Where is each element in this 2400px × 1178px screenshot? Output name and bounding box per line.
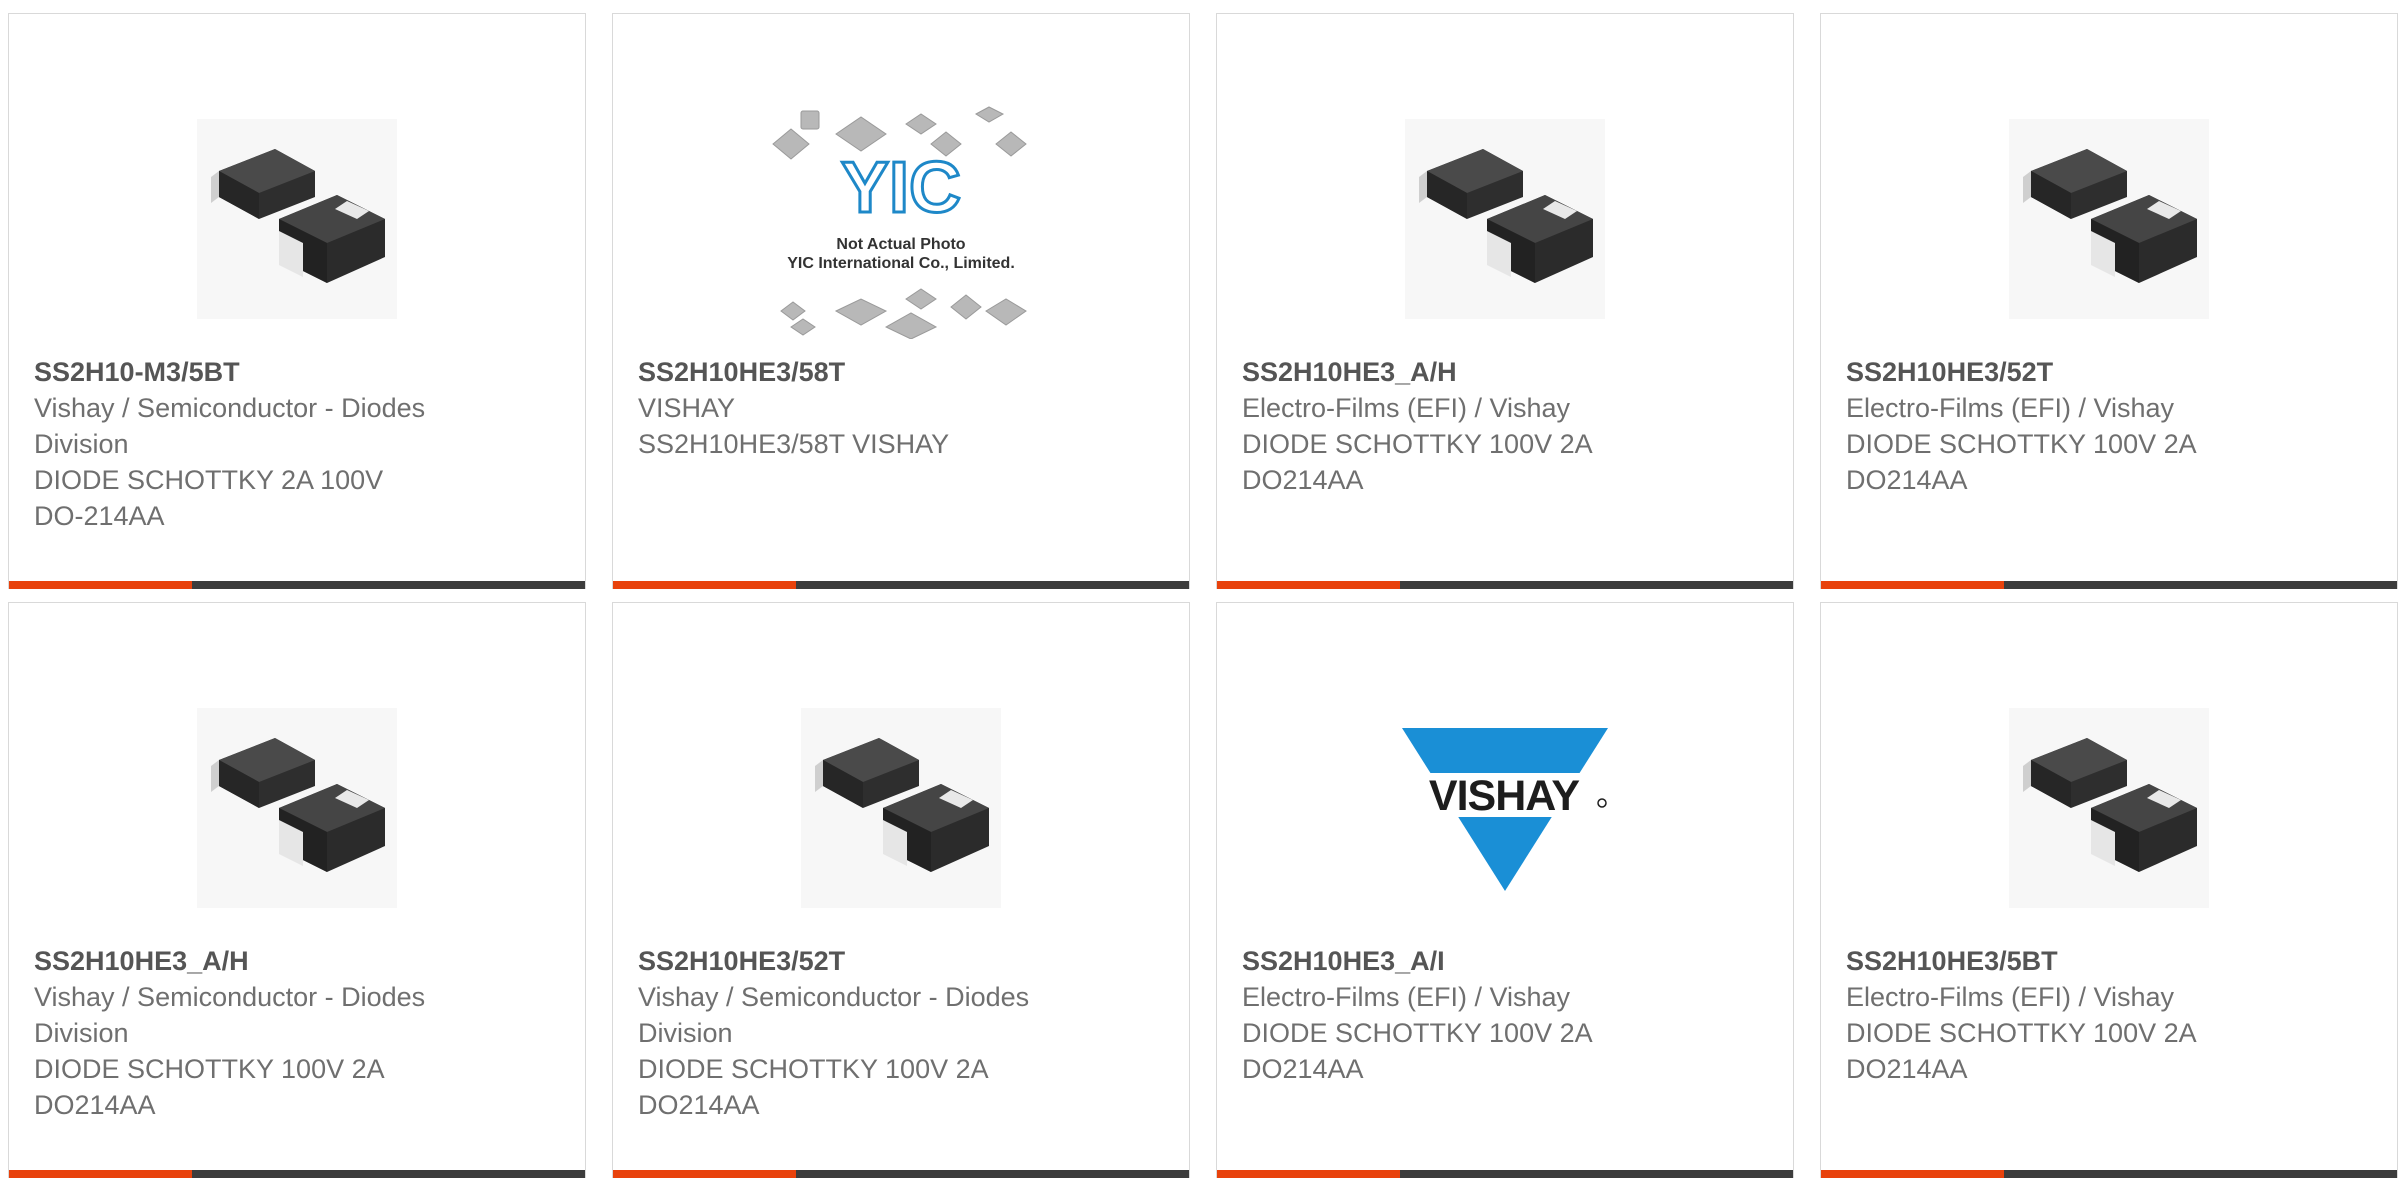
description-text: DO214AA [34,1090,156,1120]
yic-company-text: YIC International Co., Limited. [787,255,1015,272]
description-text: DO214AA [1846,1054,1968,1084]
description-text: DO214AA [1242,465,1364,495]
manufacturer-text: Electro-Films (EFI) / Vishay [1242,982,1571,1012]
card-footer-bar [1217,1170,1793,1178]
description-text: SS2H10HE3/58T VISHAY [638,429,950,459]
product-card[interactable]: VISHAY SS2H10HE3_A/I Electro-Films (EFI)… [1216,602,1794,1178]
description-text: DIODE SCHOTTKY 100V 2A [34,1054,385,1084]
product-card[interactable]: YIC Not Actual Photo YIC International C… [612,13,1190,589]
description-text: DIODE SCHOTTKY 100V 2A [1242,1018,1593,1048]
manufacturer-text: Electro-Films (EFI) / Vishay [1242,393,1571,423]
manufacturer-text: Vishay / Semiconductor - Diodes [34,982,426,1012]
manufacturer-text: Vishay / Semiconductor - Diodes [34,393,426,423]
card-accent-bar [9,1170,192,1178]
card-accent-bar [1821,581,2004,589]
product-card[interactable]: SS2H10HE3_A/H Vishay / Semiconductor - D… [8,602,586,1178]
product-card[interactable]: SS2H10HE3_A/H Electro-Films (EFI) / Vish… [1216,13,1794,589]
yic-logo-text: YIC [841,148,961,228]
manufacturer-text: VISHAY [638,393,736,423]
product-grid: SS2H10-M3/5BT Vishay / Semiconductor - D… [8,13,2400,1178]
product-image[interactable] [9,84,585,354]
card-footer-bar [1821,581,2397,589]
description-text: Division [34,429,129,459]
product-info: SS2H10HE3/58T VISHAY SS2H10HE3/58T VISHA… [638,354,1108,462]
card-accent-bar [9,581,192,589]
card-footer-bar [613,1170,1189,1178]
product-card[interactable]: SS2H10HE3/5BT Electro-Films (EFI) / Vish… [1820,602,2398,1178]
product-card[interactable]: SS2H10HE3/52T Electro-Films (EFI) / Vish… [1820,13,2398,589]
smd-diode-icon [197,708,397,908]
product-info: SS2H10HE3/52T Vishay / Semiconductor - D… [638,943,1108,1123]
product-image[interactable] [1217,84,1793,354]
description-text: DO214AA [638,1090,760,1120]
part-number-link[interactable]: SS2H10HE3/5BT [1846,943,2316,979]
product-image[interactable] [613,673,1189,943]
product-image[interactable] [1821,84,2397,354]
product-image[interactable] [9,673,585,943]
description-text: DIODE SCHOTTKY 100V 2A [1242,429,1593,459]
product-info: SS2H10-M3/5BT Vishay / Semiconductor - D… [34,354,504,534]
part-number-link[interactable]: SS2H10HE3/52T [638,943,1108,979]
product-info: SS2H10HE3_A/I Electro-Films (EFI) / Vish… [1242,943,1712,1087]
part-number-link[interactable]: SS2H10HE3_A/H [1242,354,1712,390]
smd-diode-icon [801,708,1001,908]
product-info: SS2H10HE3/5BT Electro-Films (EFI) / Vish… [1846,943,2316,1087]
card-accent-bar [613,581,796,589]
product-image[interactable] [1821,673,2397,943]
card-footer-bar [9,1170,585,1178]
not-actual-photo-text: Not Actual Photo [836,236,965,253]
product-info: SS2H10HE3/52T Electro-Films (EFI) / Vish… [1846,354,2316,498]
part-number-link[interactable]: SS2H10-M3/5BT [34,354,504,390]
card-footer-bar [1217,581,1793,589]
manufacturer-text: Vishay / Semiconductor - Diodes [638,982,1030,1012]
card-footer-bar [9,581,585,589]
description-text: DO-214AA [34,501,165,531]
description-text: DIODE SCHOTTKY 2A 100V [34,465,384,495]
smd-diode-icon [197,119,397,319]
part-number-link[interactable]: SS2H10HE3/52T [1846,354,2316,390]
description-text: Division [34,1018,129,1048]
smd-diode-icon [2009,119,2209,319]
card-footer-bar [613,581,1189,589]
description-text: DO214AA [1846,465,1968,495]
description-text: Division [638,1018,733,1048]
vishay-logo: VISHAY [1400,728,1610,891]
manufacturer-text: Electro-Films (EFI) / Vishay [1846,393,2175,423]
part-number-link[interactable]: SS2H10HE3_A/H [34,943,504,979]
product-card[interactable]: SS2H10HE3/52T Vishay / Semiconductor - D… [612,602,1190,1178]
card-accent-bar [1217,581,1400,589]
product-info: SS2H10HE3_A/H Electro-Films (EFI) / Vish… [1242,354,1712,498]
description-text: DO214AA [1242,1054,1364,1084]
svg-text:VISHAY: VISHAY [1429,772,1579,820]
part-number-link[interactable]: SS2H10HE3_A/I [1242,943,1712,979]
card-footer-bar [1821,1170,2397,1178]
description-text: DIODE SCHOTTKY 100V 2A [1846,429,2197,459]
smd-diode-icon [2009,708,2209,908]
manufacturer-text: Electro-Films (EFI) / Vishay [1846,982,2175,1012]
part-number-link[interactable]: SS2H10HE3/58T [638,354,1108,390]
card-accent-bar [613,1170,796,1178]
product-card[interactable]: SS2H10-M3/5BT Vishay / Semiconductor - D… [8,13,586,589]
product-image[interactable]: VISHAY [1217,673,1793,943]
description-text: DIODE SCHOTTKY 100V 2A [1846,1018,2197,1048]
yic-placeholder-image: YIC Not Actual Photo YIC International C… [772,106,1027,339]
card-accent-bar [1821,1170,2004,1178]
product-info: SS2H10HE3_A/H Vishay / Semiconductor - D… [34,943,504,1123]
smd-diode-icon [1405,119,1605,319]
description-text: DIODE SCHOTTKY 100V 2A [638,1054,989,1084]
product-image[interactable]: YIC Not Actual Photo YIC International C… [613,84,1189,354]
card-accent-bar [1217,1170,1400,1178]
